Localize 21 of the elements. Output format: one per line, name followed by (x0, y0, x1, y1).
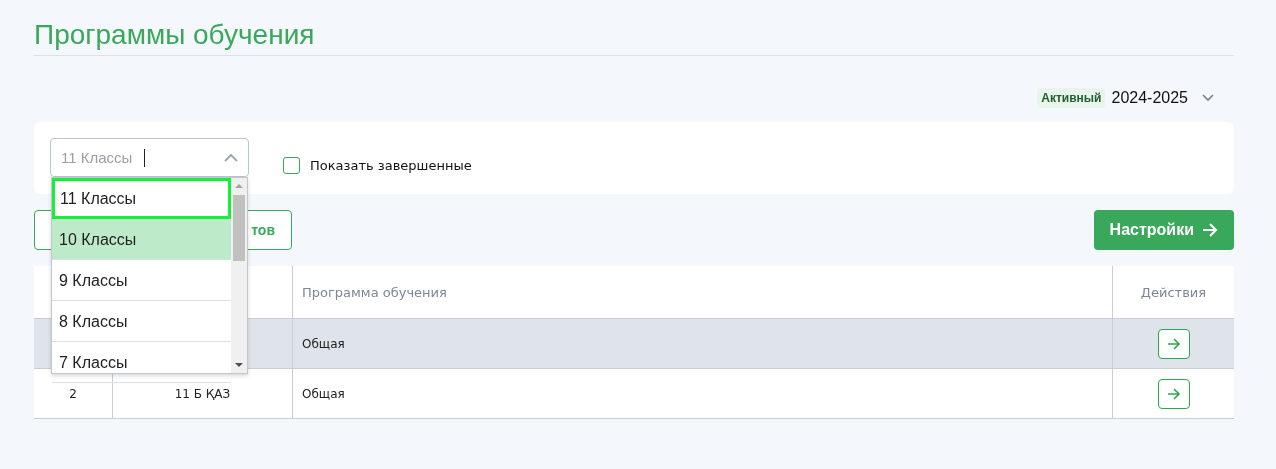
arrow-right-icon (1202, 223, 1218, 237)
table-cell: Общая (302, 336, 345, 351)
open-button[interactable] (1157, 328, 1190, 359)
scrollbar[interactable] (231, 178, 247, 373)
chevron-down-icon (1202, 94, 1214, 102)
table-cell: Общая (302, 386, 345, 401)
column-header: Действия (1139, 283, 1208, 302)
column-header: Программа обучения (293, 266, 1113, 318)
checkbox-label: Показать завершенные (310, 158, 472, 173)
checkbox[interactable] (283, 157, 300, 174)
arrow-right-icon (1166, 387, 1181, 400)
status-badge: Активный (1037, 88, 1106, 108)
table-cell: 11 Б ҚАЗ (174, 386, 231, 401)
open-button[interactable] (1157, 378, 1190, 409)
page-title: Программы обучения (34, 18, 316, 52)
year-dropdown[interactable]: 2024-2025 (1111, 89, 1214, 107)
arrow-right-icon (1166, 337, 1181, 350)
dropdown-option[interactable]: 11 Классы (52, 178, 231, 219)
table-cell: 2 (69, 386, 77, 401)
chevron-up-icon (224, 153, 238, 162)
dropdown-option[interactable]: 10 Классы (52, 219, 231, 260)
